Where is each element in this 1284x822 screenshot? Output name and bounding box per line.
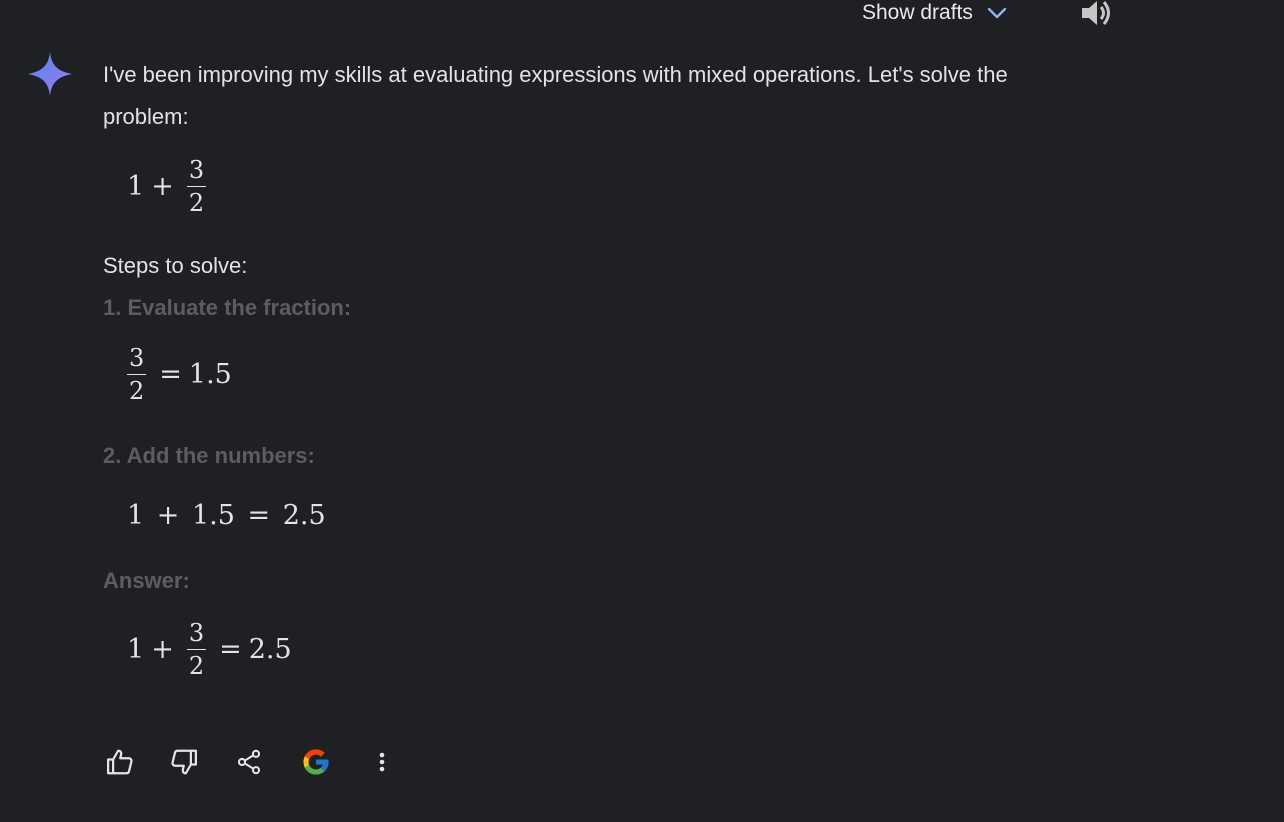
more-options-icon	[379, 752, 385, 772]
response-intro: I've been improving my skills at evaluat…	[103, 62, 1008, 129]
thumbs-down-icon	[171, 749, 197, 775]
gemini-sparkle-icon	[28, 52, 72, 96]
math-term: 1	[127, 171, 145, 202]
math-equals: =	[159, 359, 182, 390]
math-equals: =	[219, 634, 242, 665]
math-operator: +	[151, 171, 174, 202]
math-fraction: 3 2	[186, 156, 207, 215]
thumbs-up-button[interactable]	[103, 744, 137, 780]
chevron-down-icon	[987, 7, 1007, 19]
show-drafts-button[interactable]: Show drafts	[862, 0, 1009, 26]
fraction-denominator: 2	[186, 649, 207, 678]
step1-heading: 1. Evaluate the fraction:	[103, 295, 352, 320]
share-icon	[237, 749, 261, 775]
problem-expression: 1 + 3 2	[127, 158, 212, 215]
answer-heading: Answer:	[103, 568, 190, 593]
thumbs-down-button[interactable]	[167, 744, 201, 780]
step2-expression: 1 + 1.5 = 2.5	[127, 500, 326, 531]
math-fraction: 3 2	[127, 344, 147, 403]
step1-expression: 3 2 = 1.5	[127, 346, 232, 403]
math-term: 1	[127, 634, 145, 665]
math-fraction: 3 2	[186, 619, 207, 678]
math-result: 1.5	[188, 359, 232, 390]
share-button[interactable]	[232, 744, 266, 780]
fraction-numerator: 3	[188, 156, 205, 184]
google-icon	[303, 749, 329, 775]
fraction-denominator: 2	[127, 374, 147, 403]
math-operator: +	[151, 634, 174, 665]
more-options-button[interactable]	[365, 744, 399, 780]
gemini-response-page: Show drafts I've been improving my skill…	[0, 0, 1284, 822]
fraction-denominator: 2	[186, 186, 207, 215]
math-result: 2.5	[248, 634, 292, 665]
response-body: I've been improving my skills at evaluat…	[103, 54, 1023, 138]
show-drafts-label: Show drafts	[862, 1, 973, 24]
thumbs-up-icon	[107, 749, 133, 775]
step2-heading: 2. Add the numbers:	[103, 443, 315, 468]
speaker-icon[interactable]	[1079, 0, 1113, 26]
fraction-numerator: 3	[129, 344, 145, 372]
steps-heading: Steps to solve:	[103, 253, 248, 278]
google-check-button[interactable]	[299, 744, 333, 780]
fraction-numerator: 3	[188, 619, 205, 647]
answer-expression: 1 + 3 2 = 2.5	[127, 621, 292, 678]
math-equation: 1 + 1.5 = 2.5	[127, 500, 326, 531]
